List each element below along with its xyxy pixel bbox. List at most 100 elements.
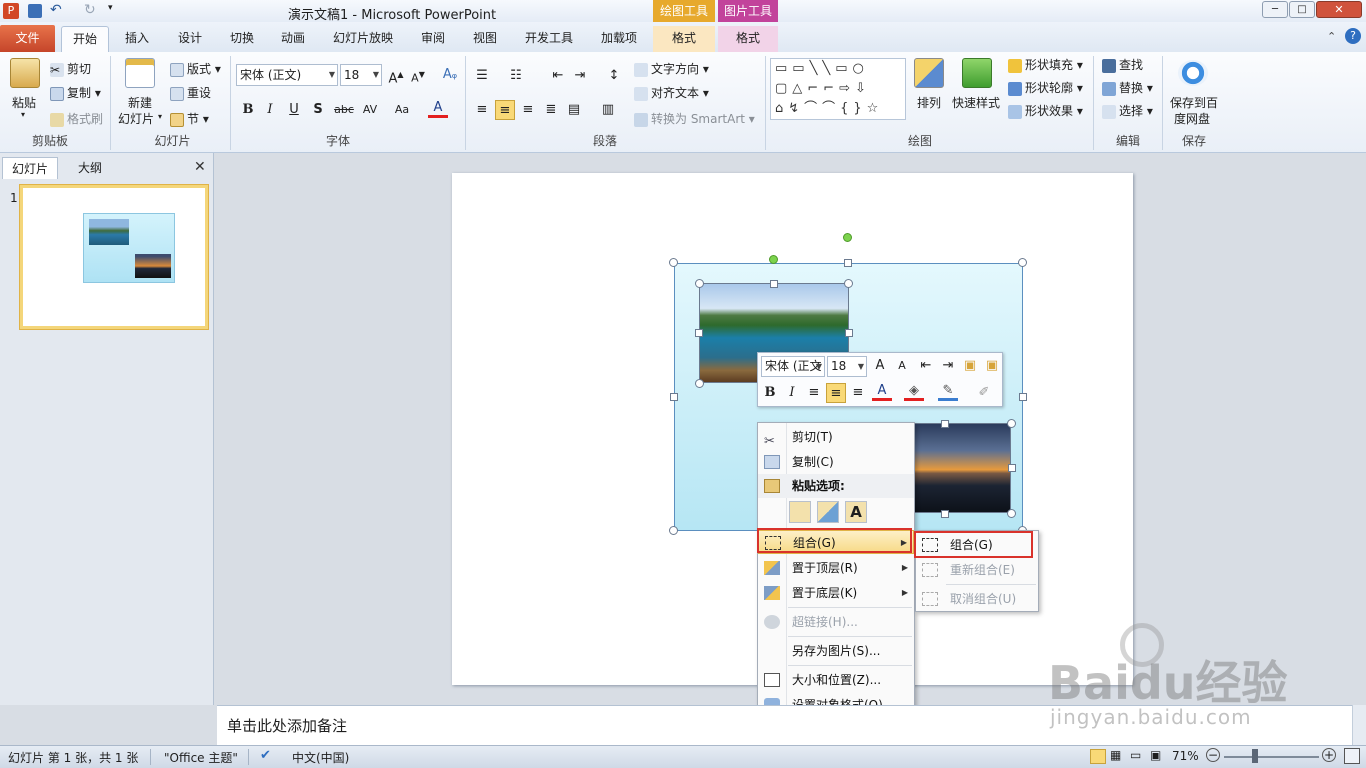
- app-icon[interactable]: P: [3, 3, 19, 19]
- fit-slide-icon[interactable]: [1344, 748, 1360, 764]
- section-button[interactable]: 节 ▾: [170, 110, 209, 127]
- increase-indent-icon[interactable]: ⇥: [570, 66, 590, 86]
- close-panel-icon[interactable]: ✕: [194, 159, 206, 175]
- paste-icon[interactable]: [10, 58, 40, 88]
- mini-italic-button[interactable]: I: [782, 383, 802, 403]
- resize-handle[interactable]: [844, 279, 853, 288]
- align-right-icon[interactable]: ≡: [518, 100, 538, 120]
- mini-bring-front-icon[interactable]: ▣: [960, 356, 980, 376]
- menu-item-bring-to-front[interactable]: 置于顶层(R) ▶: [758, 556, 914, 580]
- mini-send-back-icon[interactable]: ▣: [982, 356, 1002, 376]
- resize-handle[interactable]: [1007, 419, 1016, 428]
- resize-handle[interactable]: [844, 259, 852, 267]
- shape-fill-button[interactable]: 形状填充 ▾: [1008, 56, 1083, 73]
- menu-item-size-position[interactable]: 大小和位置(Z)...: [758, 668, 914, 692]
- resize-handle[interactable]: [1019, 393, 1027, 401]
- normal-view-icon[interactable]: [1090, 749, 1106, 764]
- select-button[interactable]: 选择 ▾: [1102, 102, 1153, 119]
- copy-button[interactable]: 复制 ▾: [50, 84, 101, 101]
- mini-font-size-combo[interactable]: 18 ▼: [827, 356, 867, 377]
- align-center-icon[interactable]: ≡: [495, 100, 515, 120]
- line-spacing-icon[interactable]: ↕: [604, 66, 624, 86]
- resize-handle[interactable]: [1018, 258, 1027, 267]
- resize-handle[interactable]: [1008, 464, 1016, 472]
- shape-effects-button[interactable]: 形状效果 ▾: [1008, 102, 1083, 119]
- mini-bold-button[interactable]: B: [760, 383, 780, 403]
- tab-developer[interactable]: 开发工具: [517, 26, 581, 52]
- underline-button[interactable]: U: [284, 100, 304, 120]
- menu-item-send-to-back[interactable]: 置于底层(K) ▶: [758, 581, 914, 605]
- help-icon[interactable]: ?: [1345, 28, 1361, 44]
- resize-handle[interactable]: [941, 420, 949, 428]
- mini-format-painter-icon[interactable]: ✐: [974, 383, 994, 403]
- decrease-indent-icon[interactable]: ⇤: [548, 66, 568, 86]
- tab-review[interactable]: 审阅: [413, 26, 453, 52]
- resize-handle[interactable]: [669, 258, 678, 267]
- new-slide-icon[interactable]: [125, 58, 155, 88]
- replace-button[interactable]: 替换 ▾: [1102, 79, 1153, 96]
- mini-align-right-icon[interactable]: ≡: [848, 383, 868, 403]
- tab-design[interactable]: 设计: [170, 26, 210, 52]
- tab-view[interactable]: 视图: [465, 26, 505, 52]
- italic-button[interactable]: I: [260, 100, 280, 120]
- zoom-in-icon[interactable]: +: [1322, 748, 1336, 762]
- strikethrough-button[interactable]: abc: [332, 100, 356, 120]
- mini-shrink-font-icon[interactable]: A: [892, 356, 912, 376]
- numbering-icon[interactable]: ☷: [506, 66, 526, 86]
- tab-outline[interactable]: 大纲: [62, 157, 118, 179]
- align-text-button[interactable]: 对齐文本 ▾: [634, 84, 709, 101]
- collapse-ribbon-icon[interactable]: ⌃: [1327, 30, 1336, 43]
- tab-picture-format[interactable]: 格式: [718, 26, 778, 52]
- font-size-combo[interactable]: 18 ▼: [340, 64, 382, 86]
- menu-item-copy[interactable]: 复制(C): [758, 450, 914, 474]
- text-direction-button[interactable]: 文字方向 ▾: [634, 60, 709, 77]
- scrollbar-right[interactable]: [1352, 705, 1366, 745]
- baidu-pan-icon[interactable]: [1178, 60, 1208, 86]
- mini-font-color-icon[interactable]: A: [872, 381, 892, 401]
- resize-handle[interactable]: [845, 329, 853, 337]
- paste-dropdown-icon[interactable]: ▾: [21, 110, 25, 119]
- tab-drawing-format[interactable]: 格式: [653, 26, 715, 52]
- slide-thumbnail[interactable]: [20, 185, 208, 329]
- undo-icon[interactable]: ↶: [50, 2, 62, 18]
- tab-home[interactable]: 开始: [61, 26, 109, 52]
- zoom-slider-thumb[interactable]: [1252, 749, 1258, 763]
- arrange-icon[interactable]: [914, 58, 944, 88]
- mini-fill-color-icon[interactable]: ◈: [904, 381, 924, 401]
- resize-handle[interactable]: [941, 510, 949, 518]
- resize-handle[interactable]: [695, 379, 704, 388]
- resize-handle[interactable]: [695, 279, 704, 288]
- reading-view-icon[interactable]: ▭: [1130, 748, 1141, 762]
- resize-handle[interactable]: [695, 329, 703, 337]
- bullets-icon[interactable]: ☰: [472, 66, 492, 86]
- slideshow-icon[interactable]: ▣: [1150, 748, 1161, 762]
- rotate-handle[interactable]: [769, 255, 778, 264]
- mini-decrease-indent-icon[interactable]: ⇤: [916, 356, 936, 376]
- slide-sorter-icon[interactable]: ▦: [1110, 748, 1121, 762]
- change-case-button[interactable]: Aa: [390, 100, 414, 120]
- format-painter-button[interactable]: 格式刷: [50, 110, 103, 127]
- arrange-button[interactable]: 排列: [917, 94, 941, 111]
- tab-transitions[interactable]: 切换: [222, 26, 262, 52]
- mini-align-left-icon[interactable]: ≡: [804, 383, 824, 403]
- paste-option-text-only[interactable]: A: [845, 501, 867, 523]
- shape-outline-button[interactable]: 形状轮廓 ▾: [1008, 79, 1083, 96]
- paste-button[interactable]: 粘贴: [12, 94, 36, 111]
- image-sunset-sea[interactable]: [913, 423, 1011, 513]
- justify-icon[interactable]: ≣: [541, 100, 561, 120]
- paste-option-picture[interactable]: [817, 501, 839, 523]
- redo-icon[interactable]: ↻: [84, 2, 96, 18]
- distributed-icon[interactable]: ▤: [564, 100, 584, 120]
- quick-styles-icon[interactable]: [962, 58, 992, 88]
- tab-insert[interactable]: 插入: [117, 26, 157, 52]
- align-left-icon[interactable]: ≡: [472, 100, 492, 120]
- minimize-button[interactable]: ─: [1262, 1, 1288, 18]
- rotate-handle[interactable]: [843, 233, 852, 242]
- tab-slides[interactable]: 幻灯片: [2, 157, 58, 179]
- menu-item-save-as-picture[interactable]: 另存为图片(S)...: [758, 639, 914, 663]
- font-name-combo[interactable]: 宋体 (正文) ▼: [236, 64, 338, 86]
- mini-font-name-combo[interactable]: 宋体 (正文 ▼: [761, 356, 825, 377]
- resize-handle[interactable]: [770, 280, 778, 288]
- resize-handle[interactable]: [669, 526, 678, 535]
- resize-handle[interactable]: [1007, 509, 1016, 518]
